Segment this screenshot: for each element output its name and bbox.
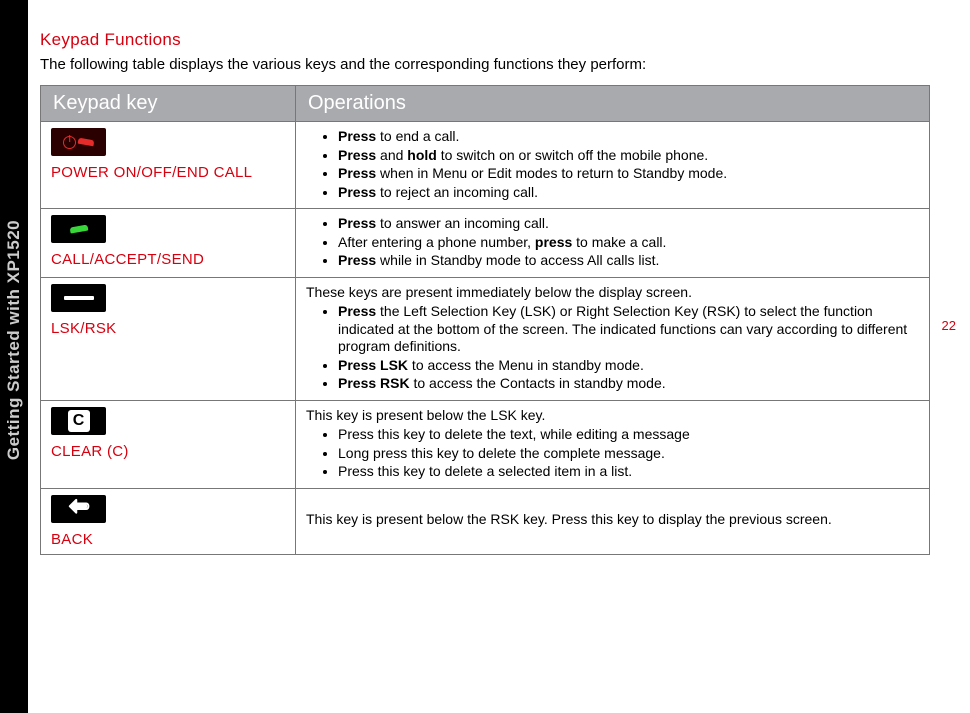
softkey-icon (51, 284, 106, 312)
main-content: Keypad Functions The following table dis… (40, 30, 930, 555)
back-key-icon (51, 495, 106, 523)
ops-list: Press to answer an incoming call.After e… (306, 215, 919, 270)
ops-item: Press when in Menu or Edit modes to retu… (338, 165, 919, 183)
key-name-back: BACK (51, 531, 285, 548)
ops-pretext: This key is present below the RSK key. P… (306, 511, 919, 529)
ops-item: Press to end a call. (338, 128, 919, 146)
ops-cell: This key is present below the LSK key.Pr… (296, 400, 930, 488)
key-name-clear: CLEAR (C) (51, 443, 285, 460)
sidebar-label: Getting Started with XP1520 (4, 220, 24, 460)
sidebar-tab: Getting Started with XP1520 (0, 0, 28, 713)
ops-item: After entering a phone number, press to … (338, 234, 919, 252)
ops-item: Press this key to delete the text, while… (338, 426, 919, 444)
ops-item: Press while in Standby mode to access Al… (338, 252, 919, 270)
ops-list: Press the Left Selection Key (LSK) or Ri… (306, 303, 919, 393)
ops-item: Press the Left Selection Key (LSK) or Ri… (338, 303, 919, 356)
ops-pretext: These keys are present immediately below… (306, 284, 919, 302)
table-row: POWER ON/OFF/END CALL Press to end a cal… (41, 122, 930, 209)
table-row: LSK/RSK These keys are present immediate… (41, 277, 930, 400)
power-key-icon (51, 128, 106, 156)
ops-item: Press this key to delete a selected item… (338, 463, 919, 481)
key-name-call: CALL/ACCEPT/SEND (51, 251, 285, 268)
ops-item: Press to reject an incoming call. (338, 184, 919, 202)
ops-cell: Press to end a call.Press and hold to sw… (296, 122, 930, 209)
section-heading: Keypad Functions (40, 30, 930, 50)
ops-cell: These keys are present immediately below… (296, 277, 930, 400)
key-name-lsk-rsk: LSK/RSK (51, 320, 285, 337)
table-row: CALL/ACCEPT/SEND Press to answer an inco… (41, 209, 930, 278)
ops-item: Press and hold to switch on or switch of… (338, 147, 919, 165)
ops-list: Press this key to delete the text, while… (306, 426, 919, 481)
table-row: C CLEAR (C) This key is present below th… (41, 400, 930, 488)
table-row: BACK This key is present below the RSK k… (41, 488, 930, 554)
intro-text: The following table displays the various… (40, 56, 930, 73)
header-operations: Operations (296, 86, 930, 122)
key-name-power: POWER ON/OFF/END CALL (51, 164, 285, 181)
ops-item: Press to answer an incoming call. (338, 215, 919, 233)
ops-item: Press RSK to access the Contacts in stan… (338, 375, 919, 393)
table-header-row: Keypad key Operations (41, 86, 930, 122)
ops-pretext: This key is present below the LSK key. (306, 407, 919, 425)
call-key-icon (51, 215, 106, 243)
ops-item: Long press this key to delete the comple… (338, 445, 919, 463)
header-keypad-key: Keypad key (41, 86, 296, 122)
ops-list: Press to end a call.Press and hold to sw… (306, 128, 919, 201)
ops-cell: This key is present below the RSK key. P… (296, 488, 930, 554)
ops-cell: Press to answer an incoming call.After e… (296, 209, 930, 278)
keypad-table: Keypad key Operations POWER ON/OFF/END C… (40, 85, 930, 555)
ops-item: Press LSK to access the Menu in standby … (338, 357, 919, 375)
clear-key-icon: C (51, 407, 106, 435)
page-number: 22 (942, 318, 956, 333)
